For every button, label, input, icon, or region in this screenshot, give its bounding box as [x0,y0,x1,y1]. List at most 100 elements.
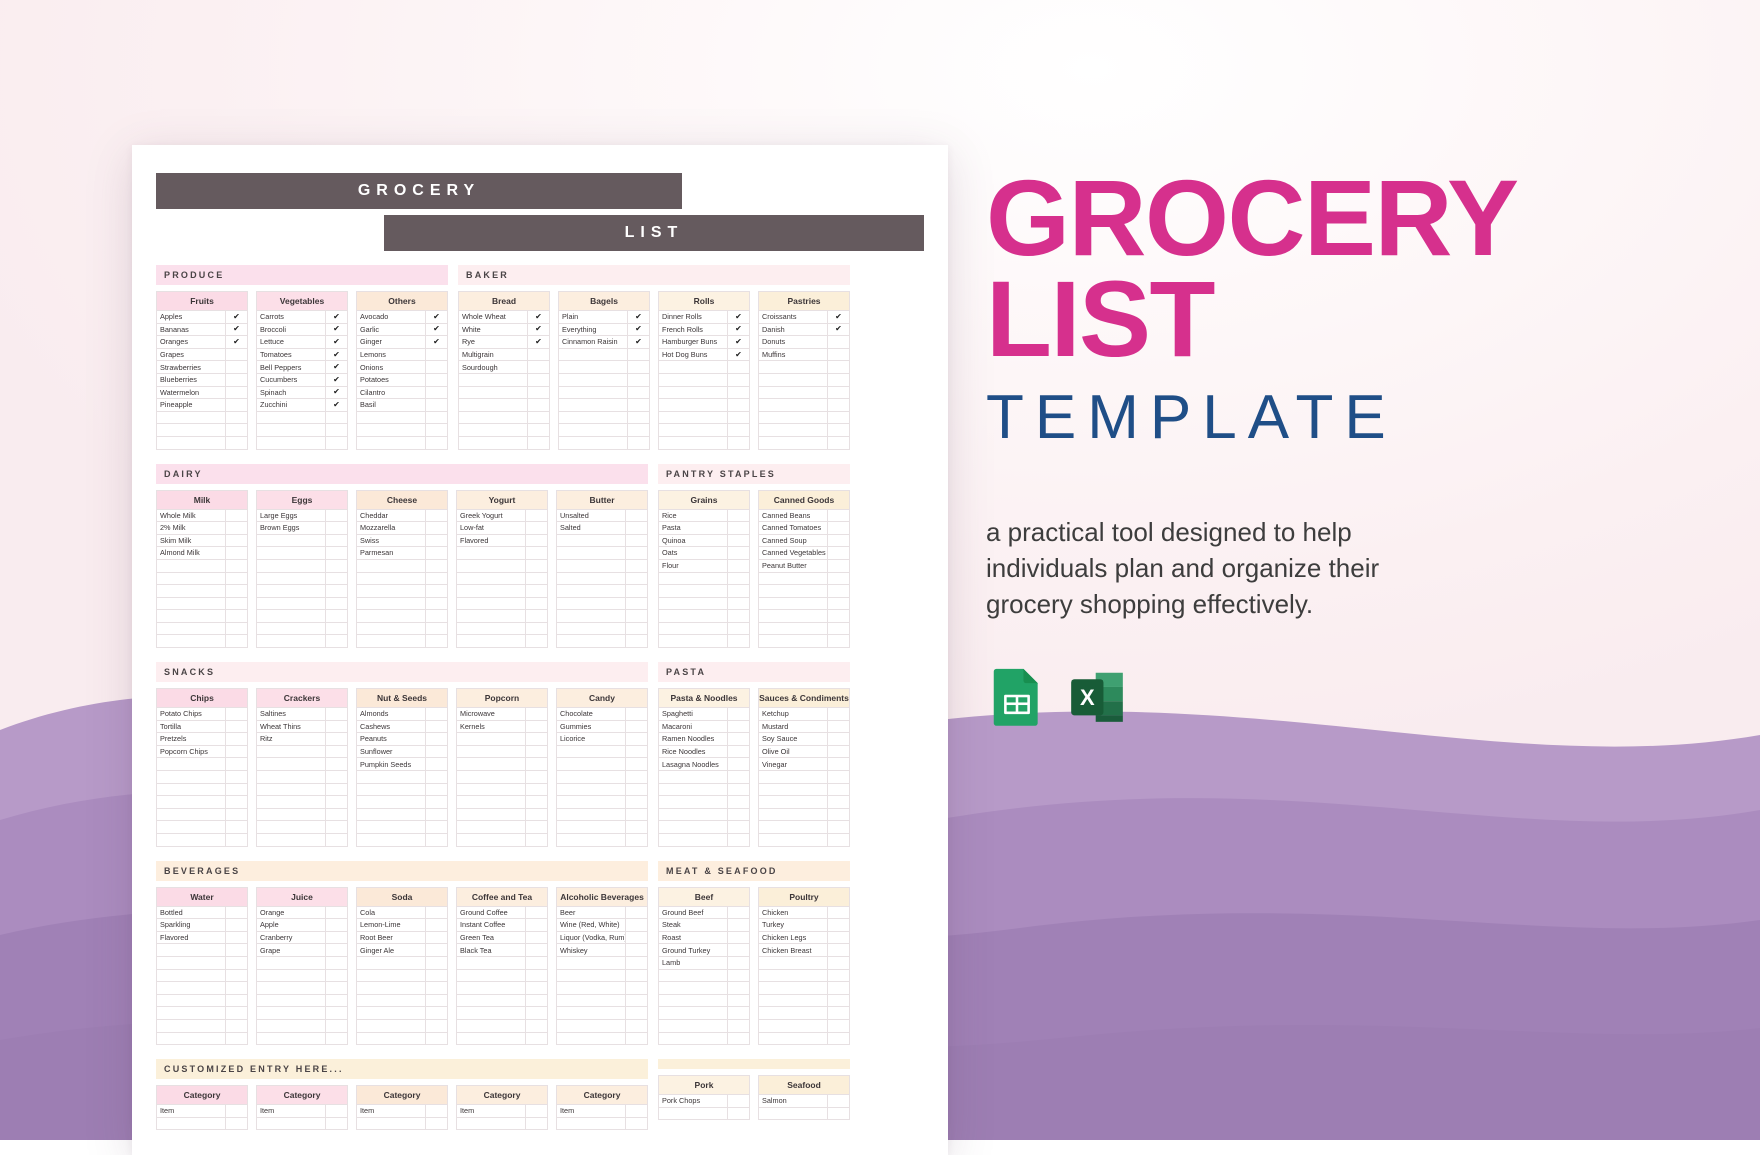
item-name-cell[interactable] [758,596,828,611]
table-row[interactable] [456,546,548,560]
item-name-cell[interactable]: Root Beer [356,930,426,945]
item-checkbox-cell[interactable] [225,993,248,1008]
item-checkbox-cell[interactable] [325,930,348,945]
item-name-cell[interactable] [658,807,728,822]
item-checkbox-cell[interactable] [325,1104,348,1118]
item-checkbox-cell[interactable] [625,1031,648,1046]
table-row[interactable] [356,955,448,970]
item-name-cell[interactable] [758,955,828,970]
item-name-cell[interactable] [356,1031,426,1046]
table-row[interactable] [156,1116,248,1131]
table-row[interactable] [758,596,850,611]
table-row[interactable]: Mozzarella [356,521,448,535]
item-name-cell[interactable] [658,782,728,797]
table-row[interactable]: Tortilla [156,719,248,734]
item-name-cell[interactable] [356,968,426,983]
item-checkbox-cell[interactable] [625,596,648,611]
item-checkbox-cell[interactable] [225,398,248,412]
item-checkbox-cell[interactable] [325,546,348,560]
item-checkbox-cell[interactable] [225,1006,248,1020]
item-checkbox-cell[interactable] [225,385,248,400]
table-row[interactable] [456,782,548,797]
item-checkbox-cell[interactable] [225,372,248,387]
item-name-cell[interactable]: Broccoli [256,322,326,337]
item-checkbox-cell[interactable]: ✔ [627,322,650,337]
item-name-cell[interactable] [556,1031,626,1046]
item-checkbox-cell[interactable] [525,795,548,809]
item-checkbox-cell[interactable] [625,918,648,932]
item-checkbox-cell[interactable] [625,744,648,759]
item-name-cell[interactable] [256,1018,326,1033]
item-name-cell[interactable] [758,435,828,450]
table-row[interactable]: White ✔ [458,322,550,337]
item-name-cell[interactable]: Canned Beans [758,508,828,523]
table-row[interactable] [256,609,348,623]
item-checkbox-cell[interactable] [827,833,850,847]
item-checkbox-cell[interactable] [225,596,248,611]
item-name-cell[interactable] [156,621,226,636]
table-row[interactable] [456,609,548,623]
item-checkbox-cell[interactable] [827,1094,850,1108]
item-checkbox-cell[interactable] [425,744,448,759]
item-name-cell[interactable] [156,634,226,649]
item-name-cell[interactable] [256,634,326,649]
item-name-cell[interactable] [558,423,628,437]
item-checkbox-cell[interactable] [525,930,548,945]
table-row[interactable] [256,1006,348,1020]
item-checkbox-cell[interactable] [727,757,750,772]
item-name-cell[interactable] [556,744,626,759]
table-row[interactable]: Item [156,1104,248,1118]
table-row[interactable] [356,571,448,586]
table-row[interactable] [356,609,448,623]
item-checkbox-cell[interactable] [827,435,850,450]
item-name-cell[interactable] [156,1116,226,1131]
item-checkbox-cell[interactable] [727,1006,750,1020]
table-row[interactable]: Soy Sauce [758,732,850,746]
table-row[interactable] [256,1116,348,1131]
table-row[interactable] [356,981,448,995]
item-name-cell[interactable] [556,795,626,809]
item-checkbox-cell[interactable] [727,385,750,400]
item-checkbox-cell[interactable] [425,435,448,450]
table-row[interactable]: Cranberry [256,930,348,945]
item-checkbox-cell[interactable] [425,820,448,834]
table-row[interactable] [256,410,348,425]
item-checkbox-cell[interactable] [425,905,448,920]
item-name-cell[interactable] [758,398,828,412]
item-name-cell[interactable] [658,423,728,437]
table-row[interactable]: Salted [556,521,648,535]
item-name-cell[interactable] [456,833,526,847]
item-name-cell[interactable]: Ritz [256,732,326,746]
item-name-cell[interactable]: Lamb [658,955,728,970]
item-checkbox-cell[interactable] [425,546,448,560]
table-row[interactable]: Greek Yogurt [456,508,548,523]
item-checkbox-cell[interactable] [827,905,850,920]
table-row[interactable]: Zucchini ✔ [256,398,348,412]
item-checkbox-cell[interactable] [625,993,648,1008]
item-name-cell[interactable]: Black Tea [456,943,526,957]
item-checkbox-cell[interactable] [727,1094,750,1108]
item-checkbox-cell[interactable] [625,955,648,970]
item-name-cell[interactable] [456,571,526,586]
table-row[interactable] [758,820,850,834]
item-name-cell[interactable] [558,410,628,425]
item-name-cell[interactable]: White [458,322,528,337]
table-row[interactable] [456,596,548,611]
table-row[interactable] [156,621,248,636]
item-checkbox-cell[interactable] [325,1031,348,1046]
item-checkbox-cell[interactable] [325,571,348,586]
item-checkbox-cell[interactable] [425,807,448,822]
table-row[interactable] [558,398,650,412]
table-row[interactable] [658,398,750,412]
item-checkbox-cell[interactable] [625,707,648,721]
item-checkbox-cell[interactable] [425,558,448,573]
item-name-cell[interactable] [456,732,526,746]
item-checkbox-cell[interactable] [225,634,248,649]
table-row[interactable] [458,423,550,437]
table-row[interactable] [156,820,248,834]
item-checkbox-cell[interactable] [425,571,448,586]
item-checkbox-cell[interactable] [225,410,248,425]
item-name-cell[interactable]: Liquor (Vodka, Rum) [556,930,626,945]
table-row[interactable]: Salmon [758,1094,850,1108]
item-checkbox-cell[interactable] [827,1031,850,1046]
